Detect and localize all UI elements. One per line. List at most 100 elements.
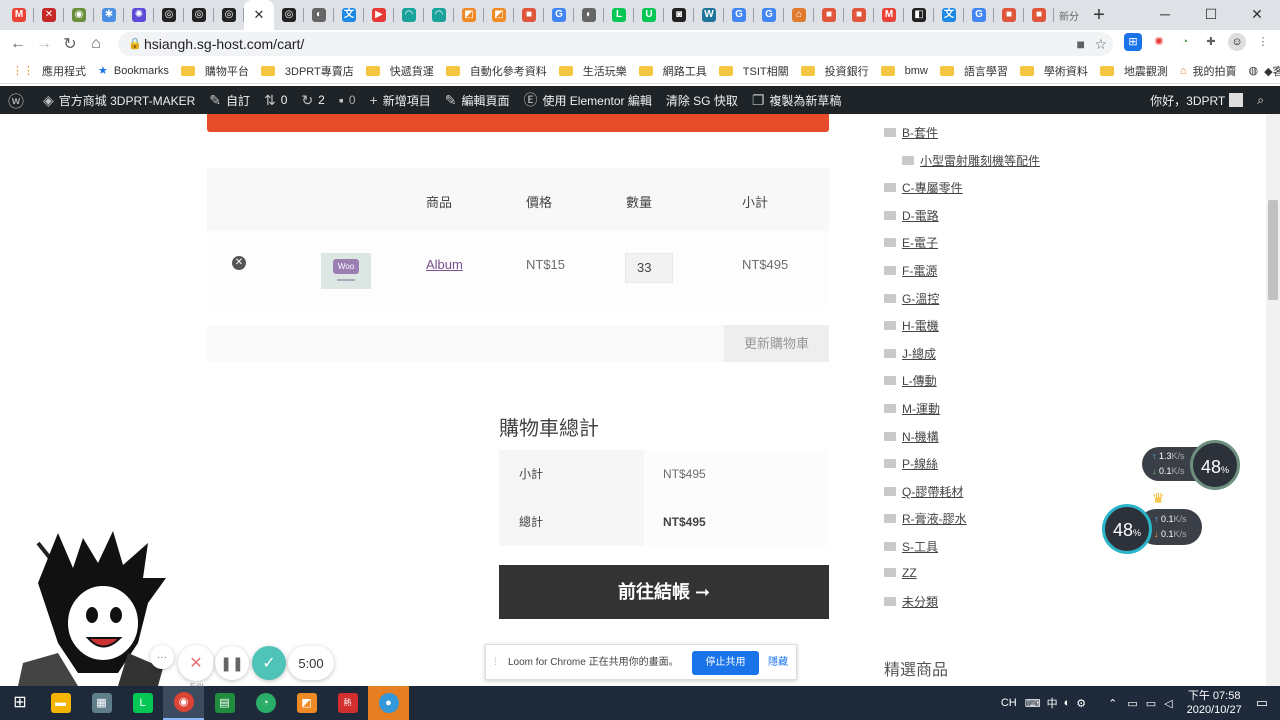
category-link[interactable]: Q-膠帶耗材 xyxy=(884,483,963,500)
ime-mode-icon[interactable]: ◐ xyxy=(1064,697,1071,709)
bookmark-item[interactable]: TSIT相關 xyxy=(718,63,789,79)
category-link[interactable]: 小型雷射雕刻機等配件 xyxy=(902,152,1040,169)
search-icon[interactable]: ⌕ xyxy=(1257,93,1264,108)
category-link[interactable]: J-總成 xyxy=(884,345,936,362)
category-link[interactable]: D-電路 xyxy=(884,207,939,224)
category-link[interactable]: P-線絲 xyxy=(884,455,938,472)
orange-app-icon[interactable]: ◩ xyxy=(286,686,327,720)
bookmark-item[interactable]: ◍◆客服◆ xyxy=(1249,63,1280,79)
extension-icon[interactable]: ✺ xyxy=(1150,33,1168,51)
category-link[interactable]: S-工具 xyxy=(884,538,938,555)
browser-tab[interactable]: ⌂ xyxy=(784,0,814,30)
bookmark-star-icon[interactable]: ☆ xyxy=(1094,32,1107,56)
chevron-up-icon[interactable]: ⌃ xyxy=(1108,697,1117,710)
browser-tab[interactable]: ✺ xyxy=(124,0,154,30)
category-link[interactable]: ZZ xyxy=(884,566,917,580)
elementor-link[interactable]: Ⓔ 使用 Elementor 編輯 xyxy=(523,90,651,110)
bookmark-item[interactable]: 3DPRT專賣店 xyxy=(260,63,354,79)
bookmark-item[interactable]: ⌂ 我的拍賣 xyxy=(1180,63,1237,79)
category-link[interactable]: C-專屬零件 xyxy=(884,179,963,196)
network-icon[interactable]: ▭ xyxy=(1146,697,1156,710)
notification-icon[interactable]: ▭ xyxy=(1256,695,1268,711)
puzzle-icon[interactable]: ✚ xyxy=(1202,33,1220,51)
wechat-icon[interactable]: ◔ xyxy=(245,686,286,720)
recorder-app-icon[interactable]: ● xyxy=(368,686,409,720)
category-link[interactable]: B-套件 xyxy=(884,124,938,141)
news-app-icon[interactable]: 熱 xyxy=(327,686,368,720)
spreadsheet-icon[interactable]: ▤ xyxy=(204,686,245,720)
browser-tab[interactable]: ✱ xyxy=(94,0,124,30)
line-app-icon[interactable]: L xyxy=(122,686,163,720)
forward-icon[interactable]: → xyxy=(31,35,57,53)
browser-tab[interactable]: ◩ xyxy=(454,0,484,30)
browser-tab[interactable]: ◧ xyxy=(904,0,934,30)
minimize-icon[interactable]: ─ xyxy=(1142,0,1188,30)
browser-tab[interactable]: ■ xyxy=(994,0,1024,30)
browser-tab[interactable]: ✕ xyxy=(244,0,274,30)
browser-tab[interactable]: W xyxy=(694,0,724,30)
extension-icon[interactable]: ⊞ xyxy=(1124,33,1142,51)
calculator-icon[interactable]: ▦ xyxy=(81,686,122,720)
browser-tab[interactable]: ◐ xyxy=(574,0,604,30)
remove-item-icon[interactable]: ✕ xyxy=(232,256,246,270)
browser-tab[interactable]: ◎ xyxy=(184,0,214,30)
browser-tab[interactable]: 文 xyxy=(934,0,964,30)
category-link[interactable]: R-膏液-膠水 xyxy=(884,510,967,527)
cpu-percent-circle[interactable]: 48% xyxy=(1102,504,1152,554)
bookmark-item[interactable]: 投資銀行 xyxy=(800,63,869,79)
avatar[interactable]: ☺ xyxy=(1228,33,1246,51)
windows-start-icon[interactable]: ⊞ xyxy=(0,686,40,720)
bookmark-item[interactable]: 學術資料 xyxy=(1019,63,1088,79)
bookmark-item[interactable]: bmw xyxy=(880,65,928,77)
loom-finish-button[interactable]: ✓ xyxy=(252,646,286,680)
site-name-link[interactable]: ◈ 官方商城 3DPRT-MAKER xyxy=(43,92,195,109)
browser-tab[interactable]: ◙ xyxy=(664,0,694,30)
browser-tab[interactable]: 文 xyxy=(334,0,364,30)
category-link[interactable]: G-溫控 xyxy=(884,290,939,307)
customize-link[interactable]: ✎ 自訂 xyxy=(209,92,250,109)
clock[interactable]: 下午 07:58 2020/10/27 xyxy=(1187,689,1242,717)
browser-tab[interactable]: U xyxy=(634,0,664,30)
browser-tab[interactable]: ◠ xyxy=(424,0,454,30)
updates-link[interactable]: ↻ 2 xyxy=(301,92,324,109)
bookmark-item[interactable]: 快遞貨運 xyxy=(365,63,434,79)
account-link[interactable]: 你好，3DPRT xyxy=(1150,92,1244,109)
update-cart-button[interactable]: 更新購物車 xyxy=(724,325,829,362)
home-icon[interactable]: ⌂ xyxy=(83,35,109,53)
browser-tab[interactable]: ■ xyxy=(514,0,544,30)
ime-indicator[interactable]: 中 xyxy=(1047,695,1058,711)
language-indicator[interactable]: CH xyxy=(1001,697,1017,709)
category-link[interactable]: L-傳動 xyxy=(884,372,937,389)
loom-pause-button[interactable]: ❚❚ xyxy=(215,646,249,680)
chrome-icon[interactable]: ◉ xyxy=(163,686,204,720)
browser-tab[interactable]: ✕ xyxy=(34,0,64,30)
duplicate-link[interactable]: ❐ 複製為新草稿 xyxy=(752,92,842,109)
drag-handle-icon[interactable]: ⁞ xyxy=(494,645,497,681)
browser-tab[interactable]: G xyxy=(544,0,574,30)
category-link[interactable]: E-電子 xyxy=(884,234,938,251)
browser-tab[interactable]: ■ xyxy=(844,0,874,30)
browser-tab[interactable]: ◩ xyxy=(484,0,514,30)
category-link[interactable]: H-電機 xyxy=(884,317,939,334)
new-tab-button[interactable]: + xyxy=(1084,4,1114,27)
browser-tab[interactable]: G xyxy=(754,0,784,30)
keyboard-icon[interactable]: ⌨ xyxy=(1025,697,1041,710)
back-icon[interactable]: ← xyxy=(5,35,31,53)
browser-tab[interactable]: M xyxy=(4,0,34,30)
browser-tab[interactable]: ◐ xyxy=(304,0,334,30)
browser-tab[interactable]: ▶ xyxy=(364,0,394,30)
comments-link[interactable]: ▪ 0 xyxy=(339,92,356,108)
extension-icon[interactable]: ◔ xyxy=(1176,33,1194,51)
battery-icon[interactable]: ▭ xyxy=(1127,697,1137,710)
bookmark-item[interactable]: 自動化參考資料 xyxy=(445,63,547,79)
category-link[interactable]: F-電源 xyxy=(884,262,937,279)
stop-sharing-button[interactable]: 停止共用 xyxy=(692,651,759,675)
browser-tab[interactable]: G xyxy=(724,0,754,30)
url-bar[interactable]: 🔒 hsiangh.sg-host.com/cart/ ☆ ■ xyxy=(118,32,1113,56)
category-link[interactable]: N-機構 xyxy=(884,428,939,445)
loom-more-button[interactable]: ··· xyxy=(150,645,174,669)
bookmark-item[interactable]: ★ Bookmarks xyxy=(98,64,169,78)
file-explorer-icon[interactable]: ▬ xyxy=(40,686,81,720)
checkout-button[interactable]: 前往結帳 ➞ xyxy=(499,565,829,619)
browser-tab[interactable]: G xyxy=(964,0,994,30)
